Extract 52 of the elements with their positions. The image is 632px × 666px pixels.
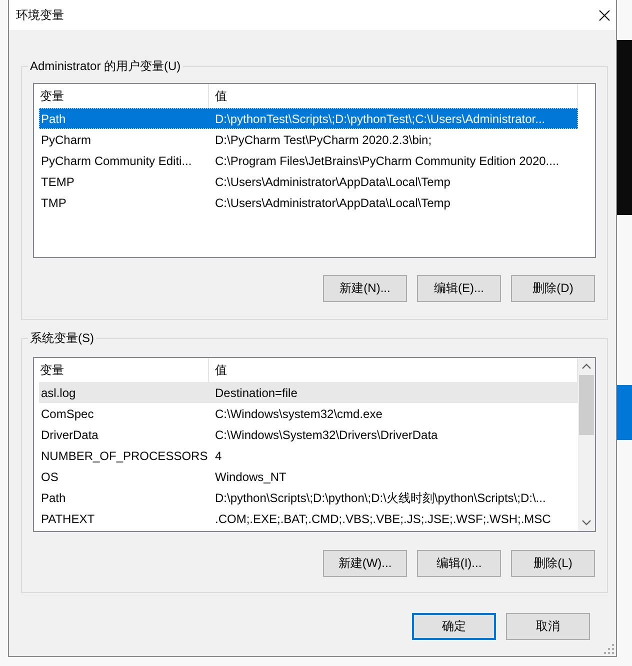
variable-name: DriverData: [40, 426, 100, 442]
variable-row[interactable]: PyCharm D:\PyCharm Test\PyCharm 2020.2.3\bin;: [39, 129, 578, 150]
variable-name: TMP: [40, 194, 68, 210]
variable-row[interactable]: OS Windows_NT: [39, 466, 578, 487]
variable-value: C:\Windows\System32\Drivers\DriverData: [214, 426, 438, 442]
variable-row[interactable]: Path D:\pythonTest\Scripts\;D:\pythonTest\;C:\Users\Administrator...: [39, 108, 578, 129]
dialog-button[interactable]: 新建(W)...: [323, 550, 407, 577]
variable-value: C:\Windows\system32\cmd.exe: [214, 406, 382, 422]
variable-value: D:\pythonTest\Scripts\;D:\pythonTest\;C:\Users\Administrator...: [214, 110, 546, 126]
variable-row[interactable]: Path D:\python\Scripts\;D:\python\;D:\火线时刻\python\Scripts\;D:\...: [39, 487, 578, 508]
variable-name: Path: [40, 490, 67, 506]
variable-row[interactable]: TMP C:\Users\Administrator\AppData\Local\Temp: [39, 192, 578, 213]
variable-value: C:\Program Files\JetBrains\PyCharm Community Edition 2020....: [214, 152, 560, 168]
variable-value: Destination=file: [214, 384, 298, 400]
dialog-button[interactable]: 编辑(E)...: [417, 275, 501, 302]
close-icon[interactable]: [599, 10, 610, 20]
dialog-button[interactable]: 新建(N)...: [323, 275, 407, 302]
variable-name: TEMP: [40, 174, 76, 190]
scrollbar-track[interactable]: [578, 358, 595, 531]
variable-row[interactable]: NUMBER_OF_PROCESSORS 4: [39, 445, 578, 466]
variable-value: .COM;.EXE;.BAT;.CMD;.VBS;.VBE;.JS;.JSE;.WSF;.WSH;.MSC: [214, 510, 551, 526]
group-label: 系统变量(S): [28, 330, 96, 346]
variable-name: ComSpec: [40, 406, 95, 422]
variable-value: C:\Users\Administrator\AppData\Local\Temp: [214, 194, 450, 210]
variable-name: OS: [40, 468, 60, 484]
variable-name: NUMBER_OF_PROCESSORS: [40, 448, 209, 464]
variable-value: Windows_NT: [214, 468, 286, 484]
variable-name: PyCharm: [40, 132, 92, 148]
group-label: Administrator 的用户变量(U): [28, 58, 183, 74]
dialog-button[interactable]: 编辑(I)...: [417, 550, 501, 577]
variable-row[interactable]: TEMP C:\Users\Administrator\AppData\Local\Temp: [39, 171, 578, 192]
variable-name: asl.log: [40, 384, 77, 400]
variable-row[interactable]: ComSpec C:\Windows\system32\cmd.exe: [39, 403, 578, 424]
variable-name: PATHEXT: [40, 510, 96, 526]
variable-row[interactable]: PyCharm Community Editi... C:\Program Files\JetBrains\PyCharm Community Edition 2020....: [39, 150, 578, 171]
background-window: [617, 385, 632, 440]
dialog-button[interactable]: 确定: [412, 613, 496, 640]
variable-value: D:\PyCharm Test\PyCharm 2020.2.3\bin;: [214, 132, 432, 148]
variable-name: PyCharm Community Editi...: [40, 152, 193, 168]
variable-value: C:\Users\Administrator\AppData\Local\Temp: [214, 174, 450, 190]
variable-name: Path: [40, 110, 67, 126]
window-title: 环境变量: [16, 7, 64, 23]
variable-value: D:\python\Scripts\;D:\python\;D:\火线时刻\python\Scripts\;D:\...: [214, 490, 546, 506]
dialog-button[interactable]: 删除(D): [511, 275, 595, 302]
variable-row[interactable]: asl.log Destination=file: [39, 382, 578, 403]
resize-grip-icon[interactable]: [604, 644, 614, 654]
scrollbar-thumb[interactable]: [579, 375, 594, 435]
variable-value: 4: [214, 448, 222, 464]
dialog-button[interactable]: 取消: [506, 613, 590, 640]
variable-row[interactable]: DriverData C:\Windows\System32\Drivers\DriverData: [39, 424, 578, 445]
variable-row[interactable]: PATHEXT .COM;.EXE;.BAT;.CMD;.VBS;.VBE;.JS;.JSE;.WSF;.WSH;.MSC: [39, 508, 578, 529]
dialog-button[interactable]: 删除(L): [511, 550, 595, 577]
